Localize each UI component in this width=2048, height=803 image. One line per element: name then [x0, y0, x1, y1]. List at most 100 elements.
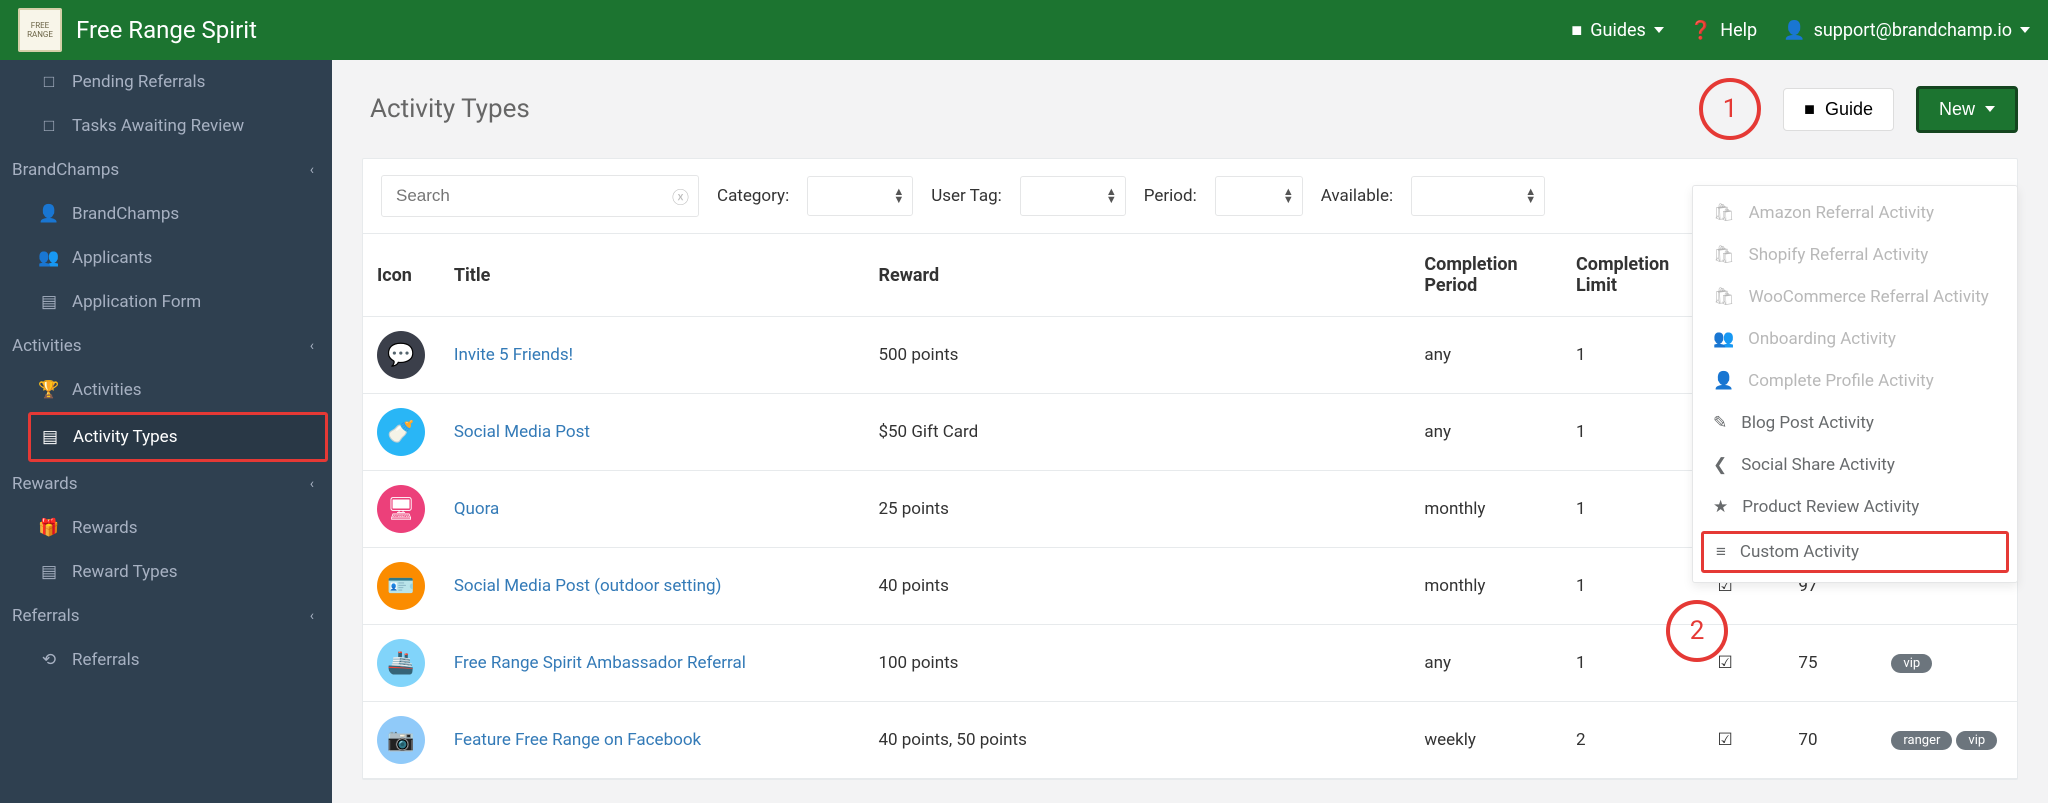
sidebar-item[interactable]: □ Tasks Awaiting Review: [0, 104, 332, 148]
sidebar-item[interactable]: 🏆Activities: [0, 368, 332, 412]
sidebar-group[interactable]: BrandChamps‹: [0, 148, 332, 192]
new-dropdown: 🛍Amazon Referral Activity🛍Shopify Referr…: [1692, 185, 2018, 583]
activity-title-link[interactable]: Free Range Spirit Ambassador Referral: [454, 653, 746, 673]
period-cell: monthly: [1410, 471, 1562, 548]
sidebar-group[interactable]: Activities‹: [0, 324, 332, 368]
activity-title-link[interactable]: Invite 5 Friends!: [454, 345, 573, 365]
dropdown-item[interactable]: ≡ Custom Activity: [1701, 531, 2009, 573]
sidebar-item-label: BrandChamps: [72, 204, 179, 224]
dropdown-item[interactable]: ❮ Social Share Activity: [1693, 444, 2017, 486]
chevron-left-icon: ‹: [310, 338, 314, 354]
limit-cell: 2: [1562, 702, 1704, 779]
category-select[interactable]: ▲▼: [807, 176, 913, 216]
reward-cell: 100 points: [864, 625, 1410, 702]
dropdown-icon: 🛍: [1713, 245, 1735, 265]
sidebar-icon: 👤: [40, 204, 58, 224]
table-row[interactable]: 📷 Feature Free Range on Facebook 40 poin…: [363, 702, 2017, 779]
sidebar-icon: □: [40, 116, 58, 136]
period-cell: any: [1410, 394, 1562, 471]
th-period[interactable]: Completion Period: [1410, 234, 1562, 317]
dropdown-label: Product Review Activity: [1742, 497, 1919, 517]
period-select[interactable]: ▲▼: [1215, 176, 1303, 216]
annotation-2: 2: [1666, 600, 1728, 662]
chevron-down-icon: [2020, 27, 2030, 33]
sidebar-item[interactable]: □Pending Referrals: [0, 60, 332, 104]
period-cell: any: [1410, 317, 1562, 394]
reward-cell: 25 points: [864, 471, 1410, 548]
main-content: Activity Types 1 ■ Guide New ⓧ Categ: [332, 60, 2048, 803]
available-select[interactable]: ▲▼: [1411, 176, 1545, 216]
search-input[interactable]: [381, 175, 699, 217]
new-button[interactable]: New: [1916, 86, 2018, 133]
video-icon: ■: [1804, 99, 1815, 120]
sidebar-icon: □: [40, 72, 58, 92]
th-title[interactable]: Title: [440, 234, 865, 317]
tag-badge: vip: [1891, 654, 1932, 673]
sidebar-icon: ⟲: [40, 650, 58, 670]
sidebar-item[interactable]: ▤Application Form: [0, 280, 332, 324]
limit-cell: 1: [1562, 394, 1704, 471]
chevron-left-icon: ‹: [310, 608, 314, 624]
tag-badge: ranger: [1891, 731, 1952, 750]
limit-cell: 1: [1562, 471, 1704, 548]
sidebar-item[interactable]: 👥Applicants: [0, 236, 332, 280]
activity-icon: 💬: [377, 331, 425, 379]
sidebar-icon: ▤: [40, 292, 58, 312]
user-icon: 👤: [1783, 20, 1805, 41]
dropdown-icon: ≡: [1716, 542, 1726, 562]
guides-menu[interactable]: ■ Guides: [1571, 20, 1663, 41]
activity-title-link[interactable]: Feature Free Range on Facebook: [454, 730, 701, 750]
clear-icon[interactable]: ⓧ: [672, 184, 689, 209]
sidebar-item[interactable]: 🎁Rewards: [0, 506, 332, 550]
user-tag-select[interactable]: ▲▼: [1020, 176, 1126, 216]
sidebar-item-label: Applicants: [72, 248, 152, 268]
available-label: Available:: [1321, 186, 1393, 206]
tags-cell: rangervip: [1875, 702, 2017, 779]
period-cell: monthly: [1410, 548, 1562, 625]
th-icon[interactable]: Icon: [363, 234, 440, 317]
sidebar-group[interactable]: Rewards‹: [0, 462, 332, 506]
count-cell: 75: [1784, 625, 1875, 702]
sidebar-group-label: Referrals: [12, 606, 80, 626]
table-row[interactable]: 🚢 Free Range Spirit Ambassador Referral …: [363, 625, 2017, 702]
sidebar-item[interactable]: 👤 BrandChamps: [0, 192, 332, 236]
dropdown-label: Social Share Activity: [1741, 455, 1895, 475]
guides-label: Guides: [1590, 20, 1646, 41]
user-menu[interactable]: 👤 support@brandchamp.io: [1783, 20, 2030, 41]
activity-icon: 🖥: [377, 485, 425, 533]
period-cell: weekly: [1410, 702, 1562, 779]
dropdown-item: 👤Complete Profile Activity: [1693, 360, 2017, 402]
dropdown-icon: ❮: [1713, 455, 1727, 475]
th-reward[interactable]: Reward: [864, 234, 1410, 317]
check-cell: ☑: [1704, 702, 1785, 779]
sidebar-item[interactable]: ⟲Referrals: [0, 638, 332, 682]
help-link[interactable]: ❓ Help: [1690, 20, 1757, 41]
activity-title-link[interactable]: Quora: [454, 499, 499, 519]
dropdown-item[interactable]: ✎Blog Post Activity: [1693, 402, 2017, 444]
sidebar-icon: 🏆: [40, 380, 58, 400]
sidebar-icon: ▤: [41, 427, 59, 447]
guide-label: Guide: [1825, 99, 1873, 120]
dropdown-label: Custom Activity: [1740, 542, 1859, 562]
dropdown-icon: 🛍: [1713, 287, 1735, 307]
activity-title-link[interactable]: Social Media Post (outdoor setting): [454, 576, 722, 596]
dropdown-item[interactable]: ★Product Review Activity: [1693, 486, 2017, 528]
tag-badge: vip: [1956, 731, 1997, 750]
sidebar-item-label: Tasks Awaiting Review: [72, 116, 244, 136]
sidebar-group[interactable]: Referrals ‹: [0, 594, 332, 638]
topbar: FREERANGE Free Range Spirit ■ Guides ❓ H…: [0, 0, 2048, 60]
activity-title-link[interactable]: Social Media Post: [454, 422, 590, 442]
dropdown-icon: 👤: [1713, 371, 1734, 391]
brand-logo-icon: FREERANGE: [18, 8, 62, 52]
sidebar-item[interactable]: ▤Activity Types: [31, 415, 325, 459]
sidebar-item[interactable]: ▤ Reward Types: [0, 550, 332, 594]
chevron-down-icon: [1985, 106, 1995, 112]
sidebar-item-label: Reward Types: [72, 562, 178, 582]
th-limit[interactable]: Completion Limit: [1562, 234, 1704, 317]
guide-button[interactable]: ■ Guide: [1783, 88, 1894, 131]
user-label: support@brandchamp.io: [1814, 20, 2012, 41]
reward-cell: $50 Gift Card: [864, 394, 1410, 471]
video-icon: ■: [1571, 20, 1582, 41]
sidebar-group-label: BrandChamps: [12, 160, 119, 180]
sidebar-icon: ▤: [40, 562, 58, 582]
